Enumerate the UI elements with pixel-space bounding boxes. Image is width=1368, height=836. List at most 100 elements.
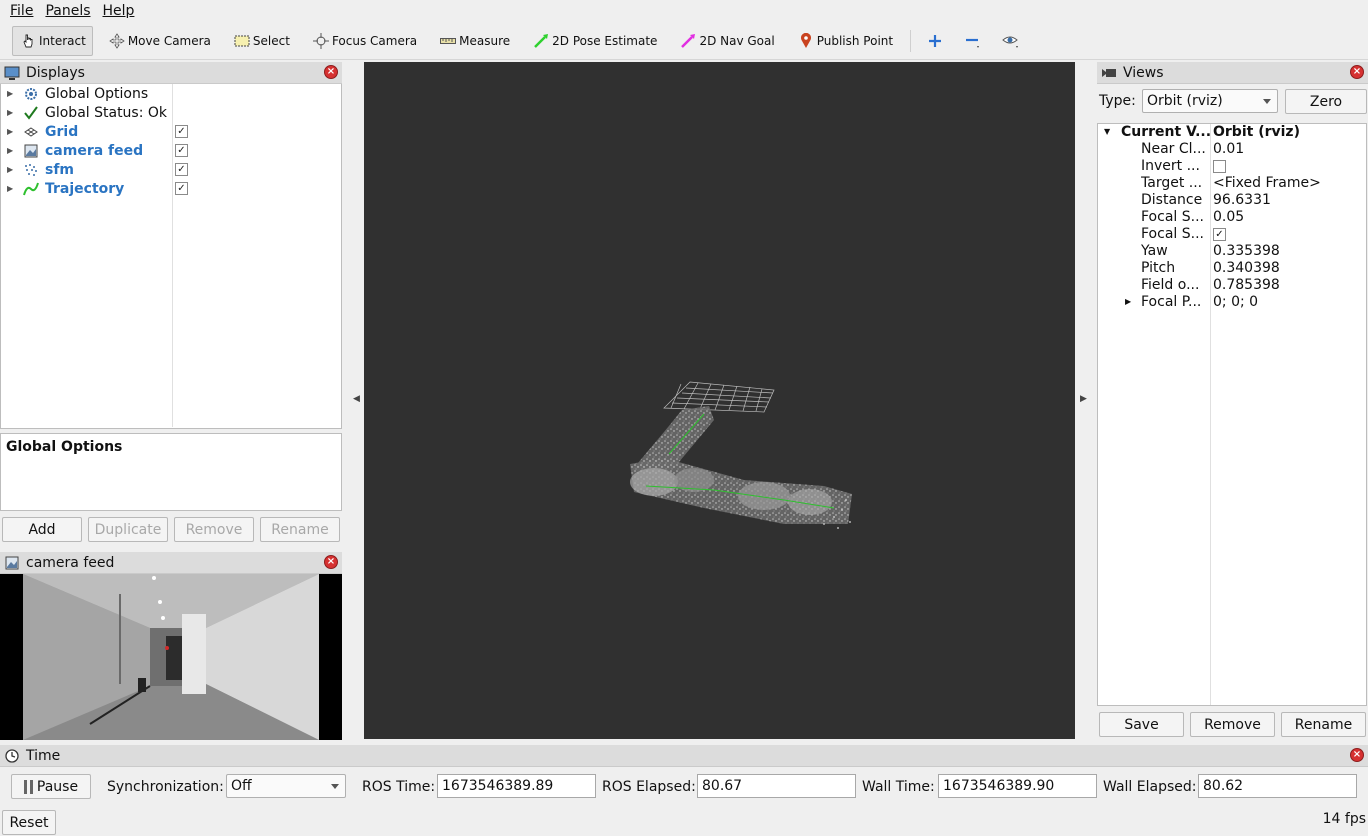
image-icon bbox=[23, 143, 39, 159]
prop-row[interactable]: Focal S... 0.05 bbox=[1098, 209, 1366, 226]
expand-arrow-icon[interactable]: ▶ bbox=[7, 146, 17, 155]
3d-render-view[interactable] bbox=[364, 62, 1075, 739]
sync-select[interactable]: Off bbox=[226, 774, 346, 798]
ros-time-label: ROS Time: bbox=[362, 779, 436, 795]
reset-button[interactable]: Reset bbox=[2, 810, 56, 835]
display-label: sfm bbox=[45, 161, 75, 178]
rename-view-button[interactable]: Rename bbox=[1281, 712, 1366, 737]
enable-checkbox[interactable]: ✓ bbox=[175, 125, 188, 138]
duplicate-display-button[interactable]: Duplicate bbox=[88, 517, 168, 542]
prop-row[interactable]: Pitch 0.340398 bbox=[1098, 260, 1366, 277]
displays-tree: ▶ Global Options ▶ Global Status: Ok ▶ G… bbox=[0, 84, 342, 429]
display-item-global-options[interactable]: ▶ Global Options bbox=[1, 84, 341, 103]
remove-display-button[interactable]: Remove bbox=[174, 517, 254, 542]
invert-checkbox[interactable] bbox=[1213, 160, 1226, 173]
display-label: camera feed bbox=[45, 142, 144, 159]
ros-elapsed-field[interactable]: 80.67 bbox=[697, 774, 856, 798]
remove-view-button[interactable]: Remove bbox=[1190, 712, 1275, 737]
close-icon[interactable]: × bbox=[1350, 65, 1364, 79]
enable-checkbox[interactable]: ✓ bbox=[175, 182, 188, 195]
current-view-row[interactable]: ▼ Current V... Orbit (rviz) bbox=[1098, 124, 1366, 141]
interact-tool-button[interactable]: Interact bbox=[12, 25, 93, 56]
ros-time-field[interactable]: 1673546389.89 bbox=[437, 774, 596, 798]
add-display-button[interactable]: Add bbox=[2, 517, 82, 542]
clock-icon bbox=[4, 748, 20, 764]
select-box-icon bbox=[233, 32, 251, 50]
close-icon[interactable]: × bbox=[1350, 748, 1364, 762]
wall-elapsed-field[interactable]: 80.62 bbox=[1198, 774, 1357, 798]
prop-row[interactable]: Yaw 0.335398 bbox=[1098, 243, 1366, 260]
gear-icon bbox=[23, 86, 39, 102]
publish-point-tool-button[interactable]: Publish Point bbox=[790, 26, 900, 56]
menu-panels[interactable]: Panels bbox=[39, 3, 96, 19]
chevron-down-icon bbox=[1263, 99, 1271, 104]
green-arrow-icon bbox=[532, 32, 550, 50]
pose-estimate-tool-button[interactable]: 2D Pose Estimate bbox=[525, 26, 664, 56]
camera-feed-title: camera feed bbox=[26, 554, 115, 571]
time-title: Time bbox=[26, 747, 61, 764]
expand-arrow-icon[interactable]: ▶ bbox=[7, 165, 17, 174]
close-icon[interactable]: × bbox=[324, 555, 338, 569]
prop-row[interactable]: Focal S... ✓ bbox=[1098, 226, 1366, 243]
views-title: Views bbox=[1123, 64, 1164, 81]
view-properties-tree: ▼ Current V... Orbit (rviz) Near Cl... 0.… bbox=[1097, 123, 1367, 706]
view-type-select[interactable]: Orbit (rviz) bbox=[1142, 89, 1278, 113]
check-icon bbox=[23, 105, 39, 121]
menu-bar: File Panels Help bbox=[0, 0, 1368, 22]
time-panel: Time × Pause Synchronization: Off ROS Ti… bbox=[0, 745, 1368, 836]
close-icon[interactable]: × bbox=[324, 65, 338, 79]
camera-feed-panel: camera feed × bbox=[0, 552, 342, 740]
visibility-tool-button[interactable] bbox=[995, 26, 1029, 56]
measure-label: Measure bbox=[459, 33, 511, 48]
wall-time-field[interactable]: 1673546389.90 bbox=[938, 774, 1097, 798]
collapse-right-arrow-icon[interactable]: ▶ bbox=[1080, 394, 1087, 404]
add-tool-button[interactable] bbox=[919, 26, 953, 56]
views-panel-header: Views × bbox=[1097, 62, 1368, 84]
expand-arrow-icon[interactable]: ▶ bbox=[7, 184, 17, 193]
expand-arrow-icon[interactable]: ▶ bbox=[1125, 297, 1131, 306]
menu-help[interactable]: Help bbox=[97, 3, 141, 19]
measure-tool-button[interactable]: Measure bbox=[432, 26, 517, 56]
prop-row[interactable]: Target ... <Fixed Frame> bbox=[1098, 175, 1366, 192]
hand-pointer-icon bbox=[19, 32, 37, 50]
pause-button[interactable]: Pause bbox=[11, 774, 91, 799]
zero-button[interactable]: Zero bbox=[1285, 89, 1367, 114]
display-item-camera-feed[interactable]: ▶ camera feed ✓ bbox=[1, 141, 341, 160]
pose-estimate-label: 2D Pose Estimate bbox=[552, 33, 658, 48]
display-item-global-status[interactable]: ▶ Global Status: Ok bbox=[1, 103, 341, 122]
expand-arrow-icon[interactable]: ▶ bbox=[7, 108, 17, 117]
menu-file[interactable]: File bbox=[4, 3, 39, 19]
views-panel: Views × Type: Orbit (rviz) Zero ▼ Curren… bbox=[1097, 62, 1368, 740]
camera-feed-header: camera feed × bbox=[0, 552, 342, 574]
display-item-grid[interactable]: ▶ Grid ✓ bbox=[1, 122, 341, 141]
chevron-down-icon bbox=[331, 784, 339, 789]
wall-time-label: Wall Time: bbox=[862, 779, 935, 795]
expand-arrow-icon[interactable]: ▶ bbox=[7, 89, 17, 98]
rename-display-button[interactable]: Rename bbox=[260, 517, 340, 542]
display-item-trajectory[interactable]: ▶ Trajectory ✓ bbox=[1, 179, 341, 198]
expand-arrow-icon[interactable]: ▶ bbox=[7, 127, 17, 136]
expand-arrow-icon[interactable]: ▼ bbox=[1104, 127, 1110, 136]
prop-row[interactable]: Near Cl... 0.01 bbox=[1098, 141, 1366, 158]
save-view-button[interactable]: Save bbox=[1099, 712, 1184, 737]
grid-icon bbox=[23, 124, 39, 140]
point-cloud bbox=[630, 406, 852, 529]
focus-camera-tool-button[interactable]: Focus Camera bbox=[305, 26, 424, 56]
nav-goal-tool-button[interactable]: 2D Nav Goal bbox=[672, 26, 781, 56]
focal-shape-checkbox[interactable]: ✓ bbox=[1213, 228, 1226, 241]
enable-checkbox[interactable]: ✓ bbox=[175, 163, 188, 176]
description-title: Global Options bbox=[6, 439, 123, 455]
collapse-left-arrow-icon[interactable]: ◀ bbox=[353, 394, 360, 404]
move-camera-tool-button[interactable]: Move Camera bbox=[101, 26, 218, 56]
enable-checkbox[interactable]: ✓ bbox=[175, 144, 188, 157]
display-item-sfm[interactable]: ▶ sfm ✓ bbox=[1, 160, 341, 179]
prop-row[interactable]: Field o... 0.785398 bbox=[1098, 277, 1366, 294]
remove-tool-button[interactable] bbox=[957, 26, 991, 56]
ros-elapsed-label: ROS Elapsed: bbox=[602, 779, 696, 795]
prop-row[interactable]: ▶ Focal P... 0; 0; 0 bbox=[1098, 294, 1366, 311]
sync-label: Synchronization: bbox=[107, 779, 224, 795]
ruler-icon bbox=[439, 32, 457, 50]
prop-row[interactable]: Distance 96.6331 bbox=[1098, 192, 1366, 209]
prop-row[interactable]: Invert ... bbox=[1098, 158, 1366, 175]
select-tool-button[interactable]: Select bbox=[226, 26, 297, 56]
